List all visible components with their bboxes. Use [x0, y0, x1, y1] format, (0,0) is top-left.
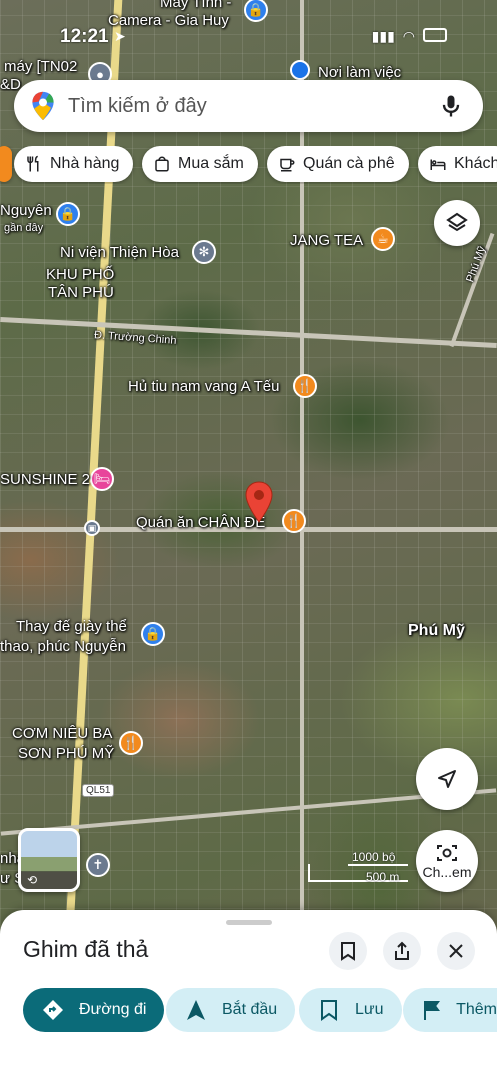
label-phu-my: Phú Mỹ [408, 622, 465, 639]
navigation-arrow-icon [184, 998, 208, 1022]
more-button[interactable]: Thêm [403, 988, 497, 1032]
status-bar: 12:21 ➤ ▮▮▮ ◠ [0, 24, 497, 50]
shopping-pin-icon[interactable]: 🔒 [56, 202, 80, 226]
label-com-nieu-1: CƠM NIÊU BA [12, 725, 113, 742]
hotel-icon [428, 154, 448, 174]
more-label: Thêm [456, 1001, 497, 1018]
bottom-sheet[interactable]: Ghim đã thả Đường đi Bắt đầu Lưu Thêm [0, 910, 497, 1080]
google-maps-logo-icon [32, 91, 54, 121]
bookmark-icon [341, 942, 355, 961]
street-view-thumbnail[interactable]: ⟲ [18, 828, 80, 892]
directions-label: Đường đi [79, 1001, 147, 1018]
start-button[interactable]: Bắt đầu [166, 988, 296, 1032]
ql51-road-shield: QL51 [82, 784, 115, 797]
label-sunshine: SUNSHINE 2 [0, 471, 91, 488]
map-scale: 1000 bộ 500 m [308, 850, 408, 886]
chip-label: Quán cà phê [303, 155, 395, 172]
directions-button[interactable]: Đường đi [23, 988, 165, 1032]
road-vertical [300, 0, 304, 910]
save-label: Lưu [355, 1001, 384, 1018]
close-icon [449, 944, 463, 958]
chip-label: Nhà hàng [50, 155, 120, 172]
shopping-bag-icon [152, 154, 172, 174]
status-time: 12:21 [60, 26, 109, 47]
label-com-nieu-2: SƠN PHÚ MỸ [18, 745, 115, 762]
label-nguyen: Nguyên [0, 202, 52, 219]
coffee-icon [277, 154, 297, 174]
directions-icon [41, 998, 65, 1022]
label-thay-de-2: thao, phúc Nguyễn [0, 638, 126, 655]
location-arrow-icon [438, 770, 456, 788]
restaurant-pin-icon[interactable]: 🍴 [119, 731, 143, 755]
signal-icon: ▮▮▮ [371, 28, 395, 44]
share-icon [395, 941, 409, 960]
flag-icon [421, 998, 442, 1022]
search-bar[interactable]: Tìm kiếm ở đây [14, 80, 483, 132]
my-location-button[interactable] [416, 748, 478, 810]
layers-button[interactable] [434, 200, 480, 246]
hotel-pin-icon[interactable]: 🛏 [90, 467, 114, 491]
label-may-tinh: Máy Tính - [160, 0, 232, 11]
chip-label: Khách [454, 155, 497, 172]
chip-restaurants[interactable]: Nhà hàng [14, 146, 134, 182]
label-may-tn02: máy [TN02 [4, 58, 78, 75]
share-button[interactable] [383, 932, 421, 970]
bus-stop-icon[interactable]: ▣ [84, 520, 100, 536]
dropped-pin-icon[interactable] [244, 480, 274, 524]
label-hu-tiu: Hủ tiu nam vang A Tếu [128, 378, 280, 395]
label-gan-day: gần đây [4, 222, 44, 234]
label-jang-tea: JANG TEA [290, 232, 364, 249]
temple-pin-icon[interactable]: ✻ [192, 240, 216, 264]
scale-feet: 1000 bộ [352, 850, 396, 864]
category-chips: Nhà hàng Mua sắm Quán cà phê Khách [0, 146, 497, 184]
start-label: Bắt đầu [222, 1001, 278, 1018]
cafe-pin-icon[interactable]: ☕ [371, 227, 395, 251]
church-pin-icon[interactable]: ✝ [86, 853, 110, 877]
work-location-icon[interactable] [290, 60, 310, 80]
scale-meters: 500 m [366, 870, 400, 884]
label-thay-de-1: Thay đế giày thể [16, 618, 127, 635]
chip-hotels[interactable]: Khách [418, 146, 497, 182]
shopping-pin-icon[interactable]: 🔒 [141, 622, 165, 646]
restaurant-pin-icon[interactable]: 🍴 [293, 374, 317, 398]
restaurant-icon [24, 154, 44, 174]
label-tan-phu: TÂN PHÚ [48, 284, 114, 301]
battery-icon [423, 28, 447, 42]
layers-icon [446, 212, 468, 232]
location-arrow-icon: ➤ [114, 28, 126, 44]
label-khu-pho: KHU PHỐ [46, 266, 115, 283]
save-button[interactable]: Lưu [299, 988, 402, 1032]
label-noi-lam-viec: Nơi làm việc [318, 64, 402, 81]
microphone-icon[interactable] [437, 92, 465, 120]
lens-search-label: Ch...em [422, 864, 472, 880]
chip-coffee[interactable]: Quán cà phê [267, 146, 409, 182]
label-ni-vien: Ni viện Thiện Hòa [60, 244, 179, 261]
lens-search-button[interactable]: Ch...em [416, 830, 478, 892]
save-icon-button[interactable] [329, 932, 367, 970]
wifi-icon: ◠ [402, 28, 415, 44]
restaurant-pin-icon[interactable]: 🍴 [282, 509, 306, 533]
search-placeholder[interactable]: Tìm kiếm ở đây [68, 95, 437, 118]
chip-shopping[interactable]: Mua sắm [142, 146, 258, 182]
chip-label: Mua sắm [178, 155, 244, 172]
sheet-title: Ghim đã thả [23, 936, 149, 962]
chip-partial[interactable] [0, 146, 12, 182]
rotate-360-icon: ⟲ [27, 873, 38, 887]
status-icons: ▮▮▮ ◠ [372, 28, 447, 45]
camera-lens-icon [437, 845, 457, 861]
bookmark-icon [317, 998, 341, 1022]
sheet-drag-handle[interactable] [226, 920, 272, 925]
close-button[interactable] [437, 932, 475, 970]
